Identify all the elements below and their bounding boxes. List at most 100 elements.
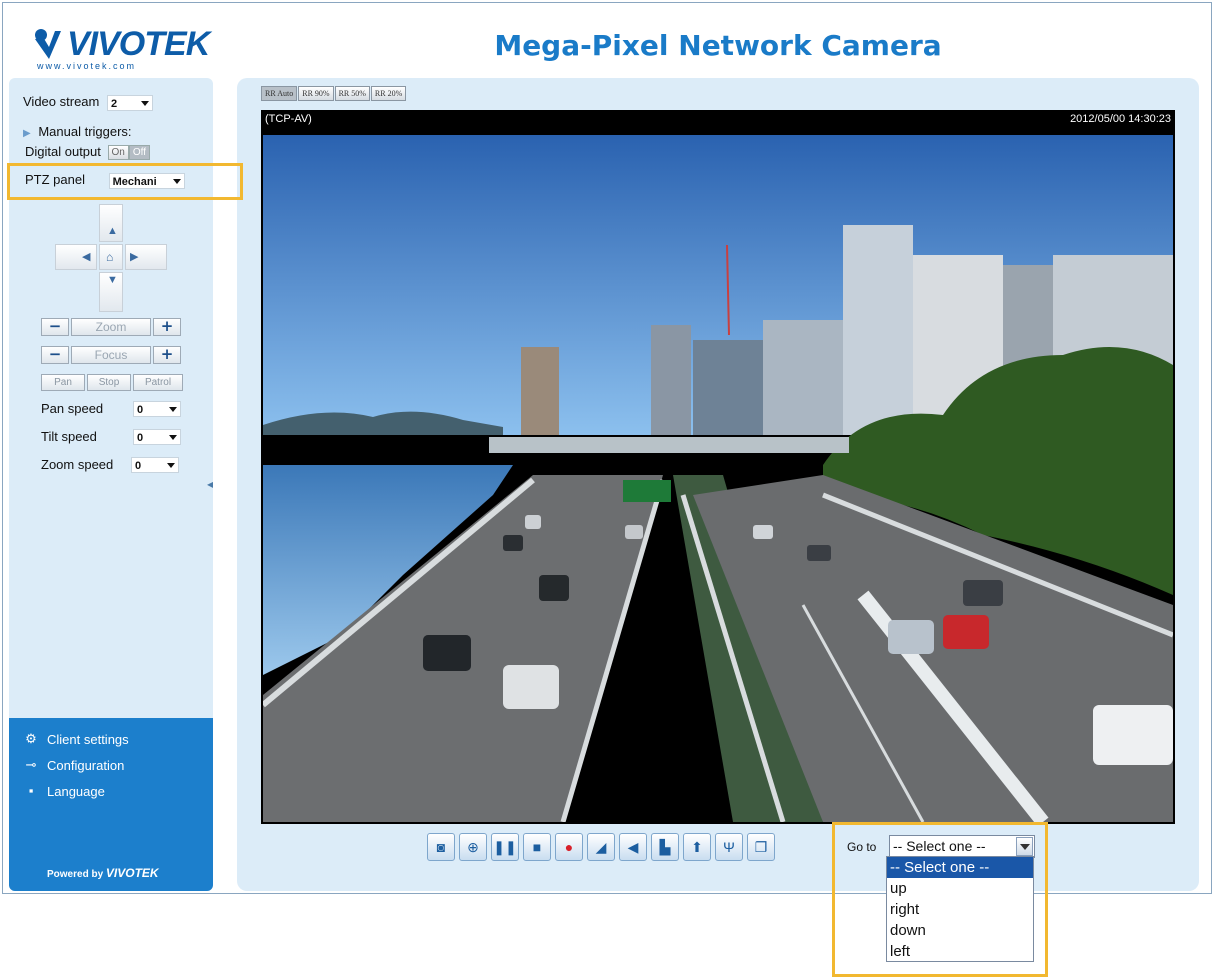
configuration-label: Configuration xyxy=(47,758,125,773)
chevron-down-icon xyxy=(167,463,175,468)
camera-image xyxy=(263,135,1173,822)
highway-scene-image xyxy=(263,135,1173,822)
tilt-down-button[interactable]: ▼ xyxy=(99,272,123,312)
video-stream-select[interactable]: 2 xyxy=(106,94,153,111)
manual-triggers-row[interactable]: ▶ Manual triggers: xyxy=(23,124,132,139)
stream-tab-90[interactable]: RR 90% xyxy=(298,86,334,101)
pan-speed-row: Pan speed 0 xyxy=(41,401,181,417)
powered-by-brand: VIVOTEK xyxy=(105,866,159,880)
focus-far-button[interactable]: + xyxy=(153,346,181,364)
logo-subtext: www.vivotek.com xyxy=(37,61,137,71)
pan-left-button[interactable]: ◀ xyxy=(55,244,97,270)
speech-bubble-icon: ▪ xyxy=(28,783,34,798)
stop-button[interactable]: Stop xyxy=(87,374,131,391)
tilt-speed-select[interactable]: 0 xyxy=(133,429,181,445)
record-icon[interactable]: ● xyxy=(555,833,583,861)
powered-by: Powered by VIVOTEK xyxy=(47,866,159,880)
pan-stop-patrol-row: Pan Stop Patrol xyxy=(41,374,183,392)
zoom-speed-select[interactable]: 0 xyxy=(131,457,179,473)
digital-output-label: Digital output xyxy=(25,144,101,159)
client-settings-label: Client settings xyxy=(47,732,129,747)
tilt-speed-label: Tilt speed xyxy=(41,429,97,444)
focus-label: Focus xyxy=(71,346,151,364)
configuration-link[interactable]: ⊸ Configuration xyxy=(26,758,125,774)
goto-option-select-one[interactable]: -- Select one -- xyxy=(887,857,1033,878)
powered-by-label: Powered by xyxy=(47,869,104,880)
arrow-up-icon: ▲ xyxy=(107,225,118,237)
video-info-bar: (TCP-AV) 2012/05/00 14:30:23 xyxy=(261,110,1175,129)
client-settings-link[interactable]: ⚙ Client settings xyxy=(25,732,129,748)
zoom-speed-label: Zoom speed xyxy=(41,457,114,472)
digital-output-row: Digital output On Off xyxy=(25,144,151,161)
ptz-dpad: ▲ ◀ ⌂ ▶ ▼ xyxy=(55,204,167,312)
arrow-right-icon: ▶ xyxy=(130,251,139,263)
tilt-speed-value: 0 xyxy=(137,432,144,444)
stream-quality-tabs: RR Auto RR 90% RR 50% RR 20% xyxy=(261,86,407,102)
video-stream-label: Video stream xyxy=(23,94,100,109)
chevron-down-icon xyxy=(169,407,177,412)
video-protocol: (TCP-AV) xyxy=(265,113,312,125)
digital-zoom-icon[interactable]: ⊕ xyxy=(459,833,487,861)
volume-icon[interactable]: ◢ xyxy=(587,833,615,861)
zoom-out-button[interactable]: − xyxy=(41,318,69,336)
zoom-label: Zoom xyxy=(71,318,151,336)
stop-icon[interactable]: ■ xyxy=(523,833,551,861)
arrow-left-icon: ◀ xyxy=(82,251,91,263)
stream-tab-50[interactable]: RR 50% xyxy=(334,86,370,101)
goto-option-right[interactable]: right xyxy=(887,899,1033,920)
home-button[interactable]: ⌂ xyxy=(99,244,123,270)
home-icon: ⌂ xyxy=(106,250,114,264)
gear-icon: ⚙ xyxy=(25,731,37,746)
goto-option-up[interactable]: up xyxy=(887,878,1033,899)
video-stream-row: Video stream 2 xyxy=(23,94,153,111)
pan-speed-label: Pan speed xyxy=(41,401,104,416)
zoom-speed-value: 0 xyxy=(135,460,142,472)
stream-tab-auto[interactable]: RR Auto xyxy=(261,86,298,101)
focus-near-button[interactable]: − xyxy=(41,346,69,364)
pan-right-button[interactable]: ▶ xyxy=(125,244,167,270)
wrench-icon: ⊸ xyxy=(25,757,37,772)
page-title: Mega-Pixel Network Camera xyxy=(494,29,942,62)
goto-dropdown-list: -- Select one -- up right down left xyxy=(886,856,1034,962)
chevron-down-icon xyxy=(169,435,177,440)
pan-speed-select[interactable]: 0 xyxy=(133,401,181,417)
digital-output-on-button[interactable]: On xyxy=(107,145,129,161)
goto-option-left[interactable]: left xyxy=(887,941,1033,962)
logo-text: VIVOTEK xyxy=(67,25,210,63)
chevron-down-icon xyxy=(140,100,149,106)
zoom-speed-row: Zoom speed 0 xyxy=(41,457,179,473)
pan-button[interactable]: Pan xyxy=(41,374,85,391)
tilt-up-button[interactable]: ▲ xyxy=(99,204,123,242)
tilt-speed-row: Tilt speed 0 xyxy=(41,429,181,445)
arrow-down-icon: ▼ xyxy=(107,274,118,286)
sidebar-menu: ⚙ Client settings ⊸ Configuration ▪ Lang… xyxy=(9,718,213,891)
pause-icon[interactable]: ❚❚ xyxy=(491,833,519,861)
language-link[interactable]: ▪ Language xyxy=(29,784,105,800)
zoom-control: − Zoom + xyxy=(41,318,183,336)
fullscreen-icon[interactable]: ❐ xyxy=(747,833,775,861)
talk-icon[interactable]: ▙ xyxy=(651,833,679,861)
vivotek-logo-icon xyxy=(35,29,61,59)
stream-tab-20[interactable]: RR 20% xyxy=(370,86,407,101)
manual-triggers-label: Manual triggers: xyxy=(38,124,132,139)
microphone-icon[interactable]: Ψ xyxy=(715,833,743,861)
ptz-panel-highlight xyxy=(7,163,243,200)
collapse-sidebar-handle[interactable]: ◀ xyxy=(207,480,213,489)
upload-icon[interactable]: ⬆ xyxy=(683,833,711,861)
main-panel: RR Auto RR 90% RR 50% RR 20% (TCP-AV) 20… xyxy=(237,78,1199,891)
video-timestamp: 2012/05/00 14:30:23 xyxy=(1070,113,1171,125)
expand-triangle-icon: ▶ xyxy=(23,128,31,139)
goto-option-down[interactable]: down xyxy=(887,920,1033,941)
snapshot-icon[interactable]: ◙ xyxy=(427,833,455,861)
video-stream-value: 2 xyxy=(110,97,118,110)
zoom-in-button[interactable]: + xyxy=(153,318,181,336)
page-frame: VIVOTEK www.vivotek.com Mega-Pixel Netwo… xyxy=(2,2,1212,894)
patrol-button[interactable]: Patrol xyxy=(133,374,183,391)
focus-control: − Focus + xyxy=(41,346,183,364)
live-video-viewer[interactable]: (TCP-AV) 2012/05/00 14:30:23 xyxy=(261,110,1175,824)
vivotek-logo: VIVOTEK www.vivotek.com xyxy=(31,25,210,75)
digital-output-off-button[interactable]: Off xyxy=(128,145,151,161)
pan-speed-value: 0 xyxy=(137,404,144,416)
mute-icon[interactable]: ◀ xyxy=(619,833,647,861)
language-label: Language xyxy=(47,784,105,799)
